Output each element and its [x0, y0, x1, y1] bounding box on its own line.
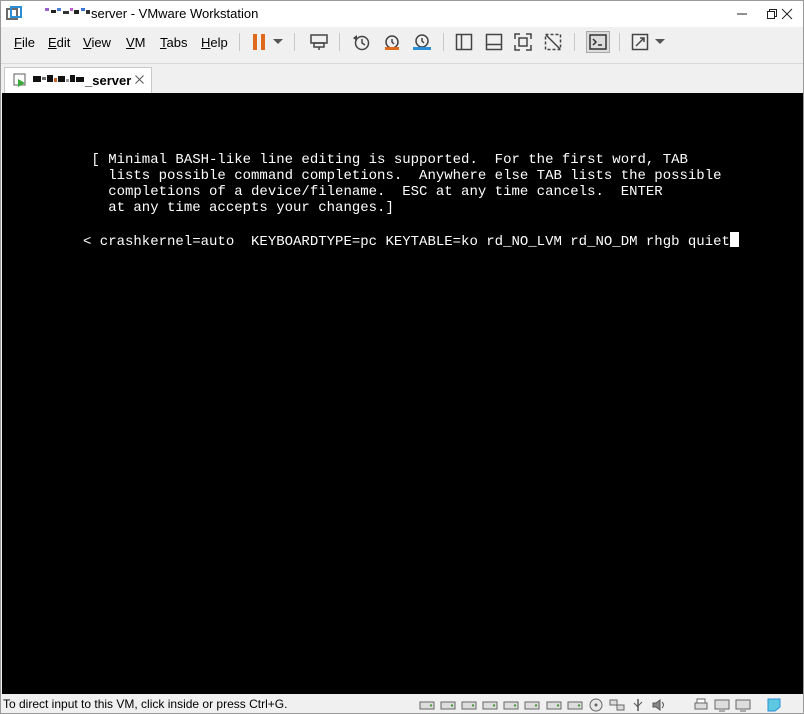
- stretch-guest-icon: [631, 33, 649, 51]
- kernel-command-text: < crashkernel=auto KEYBOARDTYPE=pc KEYTA…: [83, 234, 730, 250]
- menu-vm[interactable]: VM: [126, 35, 146, 50]
- hdd-icon[interactable]: [524, 698, 540, 712]
- menu-tabs-rest: abs: [166, 35, 188, 50]
- tab-close-button[interactable]: [135, 72, 144, 87]
- console-line: lists possible command completions. Anyw…: [83, 168, 722, 184]
- hdd-icon[interactable]: [461, 698, 477, 712]
- pause-button[interactable]: [248, 32, 270, 52]
- vmware-window: server - VMware Workstation File Edit Vi…: [0, 0, 804, 714]
- menu-file-rest: ile: [21, 35, 35, 50]
- toolbar-separator: [339, 33, 340, 51]
- console-view-icon: [589, 34, 607, 50]
- window-title: server - VMware Workstation: [91, 6, 259, 21]
- minimize-button[interactable]: [727, 1, 757, 27]
- power-dropdown[interactable]: [271, 32, 285, 52]
- title-bar: server - VMware Workstation: [1, 1, 803, 27]
- vm-console[interactable]: [ Minimal BASH-like line editing is supp…: [2, 93, 803, 694]
- toolbar-separator: [443, 33, 444, 51]
- hdd-icon[interactable]: [482, 698, 498, 712]
- menu-edit[interactable]: Edit: [48, 35, 70, 50]
- vm-tab-icon: [13, 73, 26, 87]
- hdd-icon[interactable]: [419, 698, 435, 712]
- text-cursor: [729, 232, 739, 247]
- pause-icon: [253, 34, 265, 50]
- console-line: completions of a device/filename. ESC at…: [83, 184, 663, 200]
- menu-vm-key: V: [126, 35, 135, 50]
- printer-icon[interactable]: [693, 698, 709, 712]
- menu-edit-rest: dit: [56, 35, 71, 50]
- console-command-line: < crashkernel=auto KEYBOARDTYPE=pc KEYTA…: [83, 232, 739, 250]
- toolbar-separator: [574, 33, 575, 51]
- menu-help-key: H: [201, 35, 211, 50]
- thumbnail-bar-icon: [485, 33, 503, 51]
- send-ctrl-alt-del-button[interactable]: [308, 32, 330, 52]
- toolbar-separator: [619, 33, 620, 51]
- show-library-icon: [455, 33, 473, 51]
- dropdown-arrow-icon: [655, 39, 665, 44]
- tab-label: _server: [85, 73, 132, 88]
- thumbnail-bar-button[interactable]: [483, 32, 505, 52]
- send-ctrl-alt-del-icon: [310, 34, 328, 50]
- toolbar-separator: [294, 33, 295, 51]
- redacted-title-mark: [45, 8, 90, 14]
- close-icon: [135, 75, 144, 84]
- revert-snapshot-icon: [385, 35, 399, 50]
- menu-help[interactable]: Help: [201, 35, 228, 50]
- close-icon: [781, 8, 793, 20]
- revert-snapshot-button[interactable]: [381, 32, 403, 52]
- view-dropdown[interactable]: [653, 32, 667, 52]
- console-line: [ Minimal BASH-like line editing is supp…: [83, 152, 688, 168]
- hdd-icon[interactable]: [567, 698, 583, 712]
- take-snapshot-button[interactable]: [351, 32, 373, 52]
- hdd-icon[interactable]: [440, 698, 456, 712]
- menu-view[interactable]: View: [83, 35, 111, 50]
- status-message: To direct input to this VM, click inside…: [3, 697, 288, 711]
- menu-file-key: F: [14, 35, 22, 50]
- snapshot-manager-button[interactable]: [411, 32, 433, 52]
- fullscreen-button[interactable]: [512, 32, 534, 52]
- snapshot-icon: [353, 35, 370, 51]
- display-icon[interactable]: [714, 698, 730, 712]
- hdd-icon[interactable]: [546, 698, 562, 712]
- minimize-icon: [737, 13, 747, 15]
- console-view-button[interactable]: [586, 31, 610, 53]
- menu-view-rest: iew: [91, 35, 111, 50]
- menu-edit-key: E: [48, 35, 57, 50]
- snapshot-manager-icon: [413, 34, 431, 50]
- show-library-button[interactable]: [453, 32, 475, 52]
- vmware-app-icon: [6, 6, 22, 20]
- message-icon[interactable]: [766, 698, 782, 712]
- console-line: at any time accepts your changes.]: [83, 200, 394, 216]
- display-icon[interactable]: [735, 698, 751, 712]
- toolbar-separator: [239, 33, 240, 51]
- redacted-tab-mark: [33, 75, 84, 82]
- tab-vm-server[interactable]: _server: [4, 67, 152, 94]
- menu-tabs[interactable]: Tabs: [160, 35, 187, 50]
- menu-vm-rest: M: [134, 35, 146, 50]
- cdrom-icon[interactable]: [588, 698, 604, 712]
- hdd-icon[interactable]: [503, 698, 519, 712]
- dropdown-arrow-icon: [273, 39, 283, 44]
- usb-icon[interactable]: [630, 698, 646, 712]
- fullscreen-icon: [514, 33, 532, 51]
- unity-icon: [544, 33, 562, 51]
- network-icon[interactable]: [609, 698, 625, 712]
- status-bar: To direct input to this VM, click inside…: [1, 695, 803, 713]
- menu-help-rest: elp: [210, 35, 228, 50]
- stretch-guest-button[interactable]: [629, 32, 651, 52]
- close-button[interactable]: [773, 1, 801, 27]
- sound-icon[interactable]: [651, 698, 667, 712]
- menu-file[interactable]: File: [14, 35, 35, 50]
- unity-button[interactable]: [542, 32, 564, 52]
